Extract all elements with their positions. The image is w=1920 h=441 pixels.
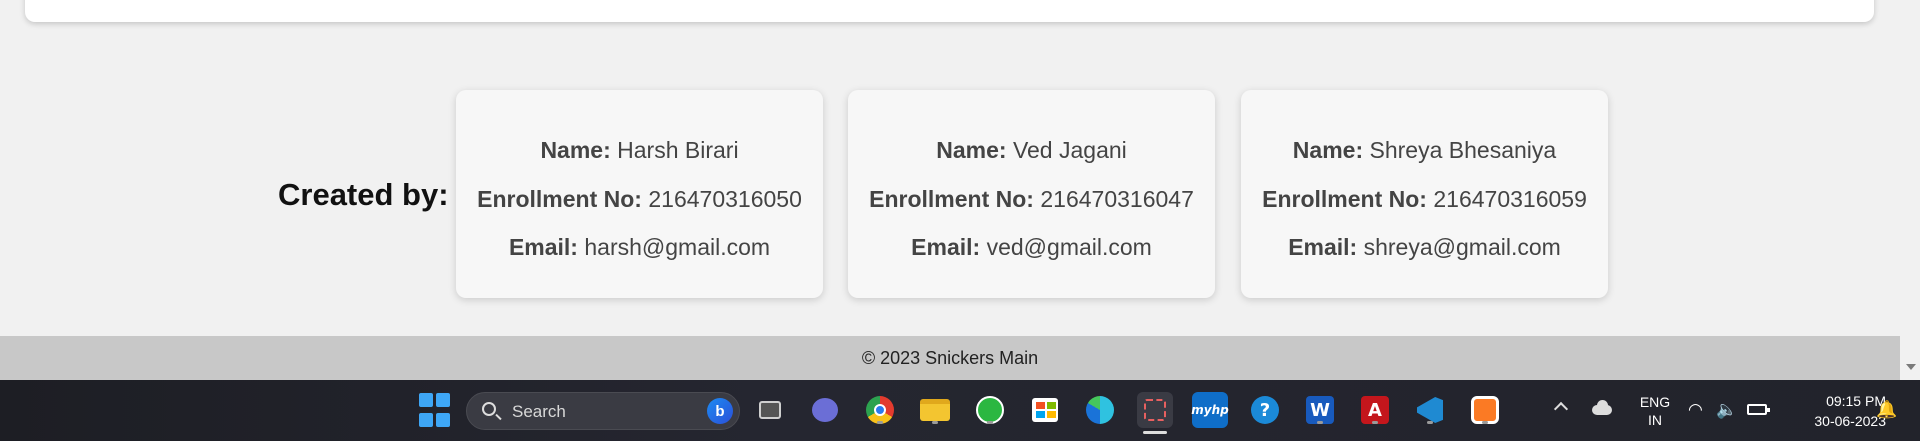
enrollment-label: Enrollment No: [869, 186, 1034, 212]
creator-enrollment: 216470316047 [1040, 186, 1194, 212]
teams-chat-icon[interactable] [807, 392, 843, 428]
creator-name-row: Name: Shreya Bhesaniya [1241, 137, 1608, 164]
creator-name: Harsh Birari [617, 137, 739, 163]
name-label: Name: [936, 137, 1007, 163]
creator-enrollment: 216470316059 [1433, 186, 1587, 212]
creator-name-row: Name: Harsh Birari [456, 137, 823, 164]
creator-name-row: Name: Ved Jagani [848, 137, 1215, 164]
whatsapp-icon[interactable] [972, 392, 1008, 428]
microsoft-store-icon[interactable] [1027, 392, 1063, 428]
copyright-text: © 2023 Snickers Main [861, 348, 1039, 368]
creator-enrollment: 216470316050 [648, 186, 802, 212]
task-view-icon[interactable] [752, 392, 788, 428]
content-card [25, 0, 1874, 22]
bing-icon[interactable]: b [707, 398, 733, 424]
taskbar-search-box[interactable]: Search b [466, 392, 740, 430]
creator-email-row: Email: shreya@gmail.com [1241, 234, 1608, 261]
notification-bell-icon[interactable]: 🔔 [1876, 400, 1897, 420]
creator-email-row: Email: ved@gmail.com [848, 234, 1215, 261]
xampp-icon[interactable] [1467, 392, 1503, 428]
creator-enrollment-row: Enrollment No: 216470316050 [456, 186, 823, 213]
edge-icon[interactable] [1082, 392, 1118, 428]
clock-time: 09:15 PM [1826, 393, 1886, 409]
snipping-tool-icon[interactable] [1137, 392, 1173, 434]
creator-email: ved@gmail.com [986, 234, 1152, 260]
creator-email-row: Email: harsh@gmail.com [456, 234, 823, 261]
creator-card-harsh: Name: Harsh Birari Enrollment No: 216470… [456, 90, 823, 298]
creator-enrollment-row: Enrollment No: 216470316059 [1241, 186, 1608, 213]
get-help-icon[interactable]: ? [1247, 392, 1283, 428]
volume-icon[interactable]: 🔈 [1716, 400, 1737, 420]
email-label: Email: [1288, 234, 1358, 260]
creators-section: Created by: Name: Harsh Birari Enrollmen… [0, 90, 1900, 300]
chrome-icon[interactable] [862, 392, 898, 428]
clock-date: 30-06-2023 [1814, 413, 1886, 429]
file-explorer-icon[interactable] [917, 392, 953, 428]
name-label: Name: [1292, 137, 1364, 163]
search-placeholder: Search [512, 402, 566, 421]
vertical-scrollbar[interactable] [1900, 0, 1920, 380]
email-label: Email: [508, 234, 578, 260]
creator-email: shreya@gmail.com [1363, 234, 1561, 260]
creator-card-ved: Name: Ved Jagani Enrollment No: 21647031… [848, 90, 1215, 298]
input-language-indicator[interactable]: ENG IN [1635, 393, 1675, 429]
name-label: Name: [540, 137, 611, 163]
myhp-icon[interactable]: myhp [1191, 392, 1229, 428]
creator-name: Shreya Bhesaniya [1369, 137, 1557, 163]
battery-icon[interactable] [1747, 404, 1770, 415]
wifi-icon[interactable]: ◠ [1688, 400, 1703, 420]
language-code: ENG [1639, 394, 1671, 410]
vscode-icon[interactable] [1412, 392, 1448, 428]
region-code: IN [1648, 412, 1662, 428]
page-footer: © 2023 Snickers Main [0, 336, 1900, 380]
system-clock[interactable]: 09:15 PM 30-06-2023 [1778, 391, 1886, 431]
acrobat-glyph: A [1361, 396, 1389, 424]
windows-logo-icon [418, 393, 433, 408]
onedrive-cloud-icon[interactable] [1592, 400, 1612, 415]
start-button[interactable] [416, 392, 452, 428]
word-icon[interactable]: W [1302, 392, 1338, 428]
show-hidden-icons-chevron-up-icon[interactable] [1553, 401, 1569, 417]
windows-taskbar: Search b myhp ? W A ENG IN ◠ 🔈 09:15 PM … [0, 380, 1920, 441]
scroll-down-arrow-icon[interactable] [1906, 364, 1916, 370]
email-label: Email: [911, 234, 981, 260]
enrollment-label: Enrollment No: [477, 186, 642, 212]
help-glyph: ? [1251, 396, 1279, 424]
creator-name: Ved Jagani [1012, 137, 1127, 163]
acrobat-reader-icon[interactable]: A [1357, 392, 1393, 428]
search-icon [482, 402, 496, 416]
enrollment-label: Enrollment No: [1262, 186, 1427, 212]
creator-enrollment-row: Enrollment No: 216470316047 [848, 186, 1215, 213]
created-by-label: Created by: [278, 177, 449, 212]
word-glyph: W [1306, 396, 1334, 424]
creator-email: harsh@gmail.com [584, 234, 771, 260]
creator-card-shreya: Name: Shreya Bhesaniya Enrollment No: 21… [1241, 90, 1608, 298]
